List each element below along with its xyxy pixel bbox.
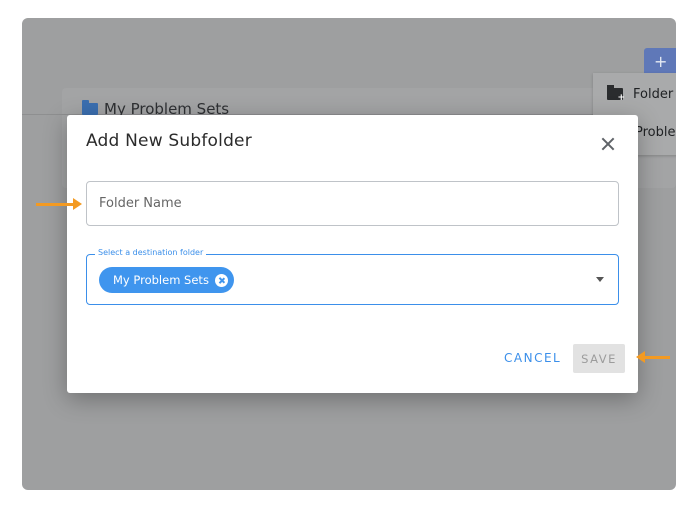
menu-item-label: Folder bbox=[633, 86, 674, 102]
annotation-arrow-left-icon bbox=[636, 351, 670, 363]
save-button[interactable]: SAVE bbox=[573, 344, 625, 373]
annotation-arrow-right-icon bbox=[36, 198, 82, 210]
menu-item-problem-set[interactable]: Probler bbox=[635, 117, 676, 147]
create-folder-icon bbox=[607, 85, 625, 103]
menu-item-folder[interactable]: Folder bbox=[607, 79, 673, 109]
destination-folder-select[interactable]: Select a destination folder My Problem S… bbox=[86, 248, 619, 305]
selected-folder-chip: My Problem Sets bbox=[99, 267, 234, 293]
chip-remove-icon[interactable] bbox=[214, 273, 228, 287]
add-button[interactable]: + bbox=[644, 48, 676, 76]
folder-name-input[interactable] bbox=[87, 182, 618, 225]
close-icon[interactable] bbox=[599, 135, 617, 153]
folder-name-field[interactable] bbox=[86, 181, 619, 226]
destination-label: Select a destination folder bbox=[95, 248, 207, 257]
folder-icon bbox=[82, 100, 98, 115]
cancel-button[interactable]: CANCEL bbox=[504, 351, 561, 365]
add-subfolder-dialog: Add New Subfolder Select a destination f… bbox=[67, 115, 638, 393]
chevron-down-icon[interactable] bbox=[596, 277, 604, 282]
chip-label: My Problem Sets bbox=[113, 273, 209, 287]
dialog-title: Add New Subfolder bbox=[86, 131, 252, 151]
menu-item-label: Probler bbox=[635, 124, 676, 140]
